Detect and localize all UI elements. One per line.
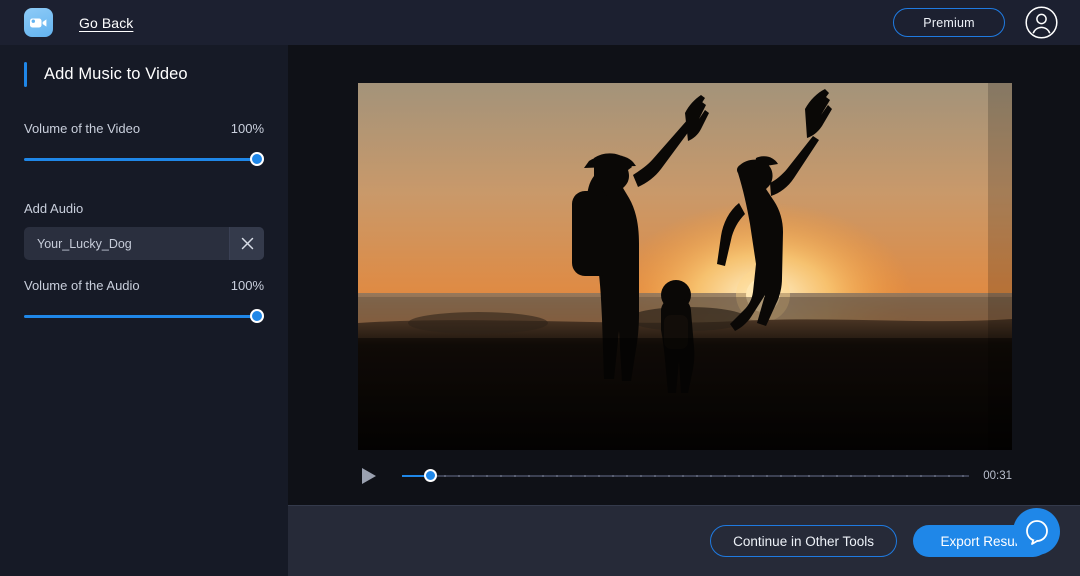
close-icon[interactable] (230, 227, 264, 260)
help-chat-button[interactable] (1013, 508, 1060, 555)
panel-title-row: Add Music to Video (24, 62, 264, 87)
audio-volume-track[interactable] (24, 315, 264, 318)
audio-file-name: Your_Lucky_Dog (24, 237, 229, 251)
audio-volume-value: 100% (231, 278, 264, 293)
play-icon[interactable] (358, 465, 380, 487)
user-account-icon[interactable] (1025, 6, 1058, 39)
video-progress-slider[interactable] (402, 469, 969, 483)
go-back-link[interactable]: Go Back (79, 15, 133, 31)
video-player-controls: 00:31 (358, 463, 1012, 489)
app-window: Go Back Premium Add Music to Video Volum… (0, 0, 1080, 576)
app-header: Go Back Premium (0, 0, 1080, 45)
video-volume-track[interactable] (24, 158, 264, 161)
video-volume-label: Volume of the Video (24, 121, 140, 136)
page-title: Add Music to Video (44, 65, 188, 84)
chat-bubble-icon (1022, 517, 1052, 547)
header-actions: Premium (893, 6, 1058, 39)
audio-volume-row: Volume of the Audio 100% (24, 278, 264, 293)
video-preview[interactable] (358, 83, 1012, 450)
video-volume-thumb[interactable] (250, 152, 264, 166)
video-frame-image (358, 83, 1012, 450)
video-duration: 00:31 (983, 470, 1012, 482)
audio-file-field: Your_Lucky_Dog (24, 227, 264, 260)
action-bar: Continue in Other Tools Export Result (288, 505, 1080, 576)
audio-volume-slider[interactable] (24, 309, 264, 323)
video-progress-thumb[interactable] (424, 469, 437, 482)
video-volume-slider[interactable] (24, 152, 264, 166)
continue-in-other-tools-button[interactable]: Continue in Other Tools (710, 525, 897, 557)
title-accent-bar (24, 62, 27, 87)
preview-area: 00:31 (288, 45, 1080, 505)
video-camera-glyph (29, 16, 48, 30)
add-audio-label: Add Audio (24, 201, 264, 216)
audio-volume-thumb[interactable] (250, 309, 264, 323)
video-progress-track[interactable] (402, 475, 969, 477)
video-camera-icon[interactable] (24, 8, 53, 37)
premium-button[interactable]: Premium (893, 8, 1005, 37)
tool-sidebar: Add Music to Video Volume of the Video 1… (0, 45, 288, 576)
audio-volume-label: Volume of the Audio (24, 278, 140, 293)
video-volume-row: Volume of the Video 100% (24, 121, 264, 136)
video-volume-value: 100% (231, 121, 264, 136)
